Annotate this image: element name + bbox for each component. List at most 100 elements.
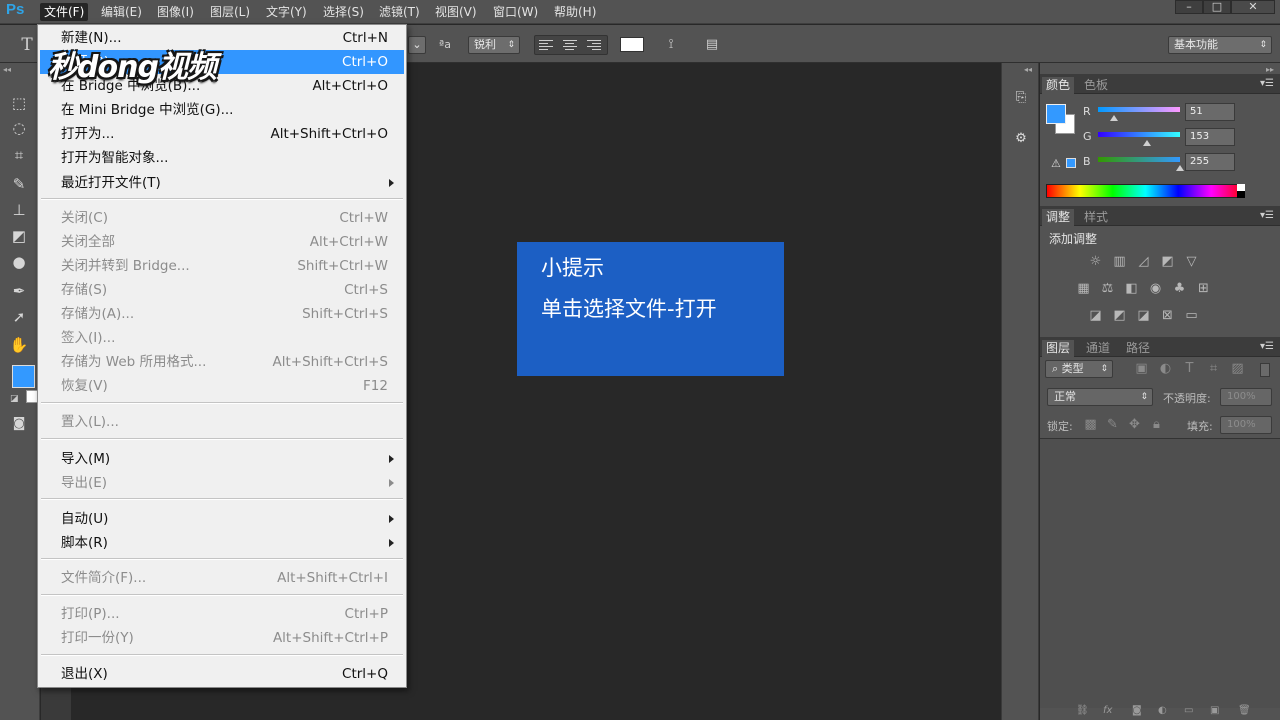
panel-menu-icon[interactable]: ▾☰: [1260, 210, 1274, 221]
close-button[interactable]: ✕: [1231, 0, 1275, 14]
menu-item-open-as[interactable]: 打开为... Alt+Shift+Ctrl+O: [40, 122, 404, 146]
channel-mixer-icon[interactable]: ♣: [1171, 281, 1188, 297]
character-panel-icon[interactable]: ▤: [703, 36, 721, 54]
hue-saturation-icon[interactable]: ▦: [1075, 281, 1092, 297]
filter-pixel-icon[interactable]: ▣: [1133, 361, 1150, 377]
lock-transparent-icon[interactable]: ▩: [1082, 417, 1099, 433]
new-group-icon[interactable]: ▭: [1184, 705, 1193, 716]
menu-item-place[interactable]: 置入(L)...: [40, 410, 404, 434]
new-layer-icon[interactable]: ▣: [1210, 705, 1219, 716]
menu-item-save-for-web[interactable]: 存储为 Web 所用格式... Alt+Shift+Ctrl+S: [40, 350, 404, 374]
menu-item-close[interactable]: 关闭(C) Ctrl+W: [40, 206, 404, 230]
green-value[interactable]: 153: [1185, 128, 1235, 146]
filter-smart-icon[interactable]: ▨: [1229, 361, 1246, 377]
crop-tool-icon[interactable]: ⌗: [8, 145, 30, 165]
menu-layer[interactable]: 图层(L): [206, 3, 254, 21]
warp-text-icon[interactable]: ⟟: [662, 36, 680, 54]
tab-swatches[interactable]: 色板: [1080, 77, 1112, 94]
menu-view[interactable]: 视图(V): [431, 3, 481, 21]
brightness-icon[interactable]: ☼: [1087, 254, 1104, 270]
collapse-icon[interactable]: ◂◂: [3, 65, 11, 74]
menu-item-check-in[interactable]: 签入(I)...: [40, 326, 404, 350]
filter-toggle-button[interactable]: [1260, 363, 1270, 377]
menu-edit[interactable]: 编辑(E): [97, 3, 146, 21]
menu-filter[interactable]: 滤镜(T): [375, 3, 424, 21]
eraser-tool-icon[interactable]: ◩: [8, 226, 30, 246]
menu-select[interactable]: 选择(S): [319, 3, 368, 21]
layer-filter-select[interactable]: ⌕ 类型 ⇕: [1045, 360, 1113, 378]
delete-layer-icon[interactable]: 🗑︎: [1238, 705, 1251, 716]
properties-icon[interactable]: ⚙: [1011, 129, 1031, 149]
link-layers-icon[interactable]: ⛓: [1076, 705, 1089, 716]
menu-item-browse-mini-bridge[interactable]: 在 Mini Bridge 中浏览(G)...: [40, 98, 404, 122]
workspace-select[interactable]: 基本功能 ⇕: [1168, 36, 1272, 54]
filter-adjust-icon[interactable]: ◐: [1157, 361, 1174, 377]
menu-item-save-as[interactable]: 存储为(A)... Shift+Ctrl+S: [40, 302, 404, 326]
blue-value[interactable]: 255: [1185, 153, 1235, 171]
tab-paths[interactable]: 路径: [1122, 340, 1154, 357]
menu-item-scripts[interactable]: 脚本(R): [40, 531, 404, 555]
antialias-select[interactable]: 锐利 ⇕: [468, 36, 520, 54]
spectrum-black-chip[interactable]: [1237, 191, 1245, 198]
menu-item-save[interactable]: 存储(S) Ctrl+S: [40, 278, 404, 302]
panel-menu-icon[interactable]: ▾☰: [1260, 78, 1274, 89]
red-value[interactable]: 51: [1185, 103, 1235, 121]
layer-style-icon[interactable]: fx: [1103, 705, 1112, 716]
stamp-tool-icon[interactable]: ⊥: [8, 200, 30, 220]
healing-brush-icon[interactable]: ✎: [8, 174, 30, 194]
menu-item-file-info[interactable]: 文件简介(F)... Alt+Shift+Ctrl+I: [40, 566, 404, 590]
web-safe-swatch[interactable]: [1066, 158, 1076, 168]
minimize-button[interactable]: –: [1175, 0, 1203, 14]
layer-mask-icon[interactable]: ◙: [1132, 705, 1142, 716]
foreground-color-chip[interactable]: [1046, 104, 1066, 124]
menu-item-exit[interactable]: 退出(X) Ctrl+Q: [40, 662, 404, 686]
hand-tool-icon[interactable]: ✋: [8, 335, 30, 355]
menu-item-revert[interactable]: 恢复(V) F12: [40, 374, 404, 398]
blend-mode-select[interactable]: 正常 ⇕: [1047, 388, 1153, 406]
vibrance-icon[interactable]: ▽: [1183, 254, 1200, 270]
pen-tool-icon[interactable]: ✒: [8, 281, 30, 301]
selective-color-icon[interactable]: ⊠: [1159, 308, 1176, 324]
quick-mask-icon[interactable]: ◙: [8, 414, 30, 434]
fill-field[interactable]: 100%: [1220, 416, 1272, 434]
opacity-field[interactable]: 100%: [1220, 388, 1272, 406]
blue-slider[interactable]: B 255: [1080, 153, 1276, 173]
menu-type[interactable]: 文字(Y): [262, 3, 311, 21]
menu-file[interactable]: 文件(F): [40, 3, 89, 21]
lock-all-icon[interactable]: 🔒︎: [1148, 417, 1165, 433]
collapse-icon[interactable]: ◂◂: [1024, 65, 1032, 74]
color-balance-icon[interactable]: ⚖: [1099, 281, 1116, 297]
green-thumb[interactable]: [1143, 140, 1152, 146]
lasso-tool-icon[interactable]: ◌: [8, 118, 30, 138]
menu-item-export[interactable]: 导出(E): [40, 471, 404, 495]
blue-thumb[interactable]: [1176, 165, 1184, 171]
restore-button[interactable]: □: [1203, 0, 1231, 14]
panel-menu-icon[interactable]: ▾☰: [1260, 341, 1274, 352]
red-slider[interactable]: R 51: [1080, 103, 1276, 123]
levels-icon[interactable]: ▥: [1111, 254, 1128, 270]
font-size-dropdown-icon[interactable]: ⌄: [408, 36, 426, 54]
posterize-icon[interactable]: ◩: [1111, 308, 1128, 324]
menu-item-print[interactable]: 打印(P)... Ctrl+P: [40, 602, 404, 626]
color-lookup-icon[interactable]: ⊞: [1195, 281, 1212, 297]
menu-item-print-one-copy[interactable]: 打印一份(Y) Alt+Shift+Ctrl+P: [40, 626, 404, 650]
expand-icon[interactable]: ▸▸: [1266, 65, 1274, 74]
gradient-map-icon[interactable]: ▭: [1183, 308, 1200, 324]
spectrum-white-chip[interactable]: [1237, 184, 1245, 191]
tab-layers[interactable]: 图层: [1042, 340, 1075, 357]
menu-item-import[interactable]: 导入(M): [40, 447, 404, 471]
color-spectrum-bar[interactable]: [1046, 184, 1245, 198]
exposure-icon[interactable]: ◩: [1159, 254, 1176, 270]
tab-adjustments[interactable]: 调整: [1042, 209, 1075, 226]
curves-icon[interactable]: ◿: [1135, 254, 1152, 270]
marquee-tool-icon[interactable]: ⬚: [8, 93, 30, 113]
menu-item-close-all[interactable]: 关闭全部 Alt+Ctrl+W: [40, 230, 404, 254]
path-select-icon[interactable]: ➚: [8, 307, 30, 327]
blur-tool-icon[interactable]: ●: [8, 252, 30, 272]
text-tool-icon[interactable]: T: [18, 36, 36, 54]
black-white-icon[interactable]: ◧: [1123, 281, 1140, 297]
foreground-color-swatch[interactable]: [12, 365, 35, 388]
threshold-icon[interactable]: ◪: [1135, 308, 1152, 324]
align-center-icon[interactable]: [563, 38, 579, 53]
tab-color[interactable]: 颜色: [1042, 77, 1075, 94]
